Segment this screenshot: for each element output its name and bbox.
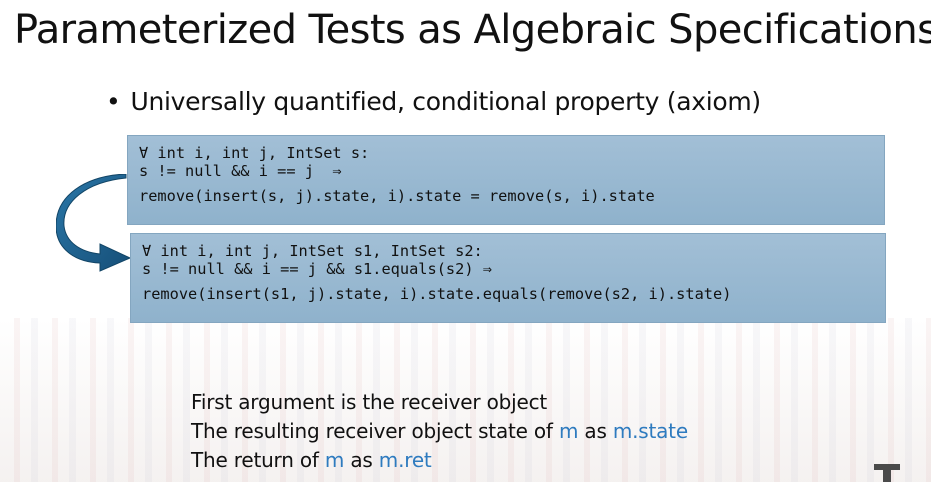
note-line: The resulting receiver object state of m…: [191, 417, 688, 446]
note-text: as: [578, 419, 613, 443]
code-line: s != null && i == j ⇒: [139, 162, 342, 180]
notes-block: First argument is the receiver object Th…: [191, 388, 688, 475]
bullet-point: • Universally quantified, conditional pro…: [106, 82, 761, 122]
note-line: First argument is the receiver object: [191, 388, 688, 417]
slide-title: Parameterized Tests as Algebraic Specifi…: [14, 7, 931, 53]
code-line: ∀ int i, int j, IntSet s:: [139, 144, 370, 162]
note-text: The resulting receiver object state of: [191, 419, 559, 443]
code-box-equality-axiom: ∀ int i, int j, IntSet s1, IntSet s2: s …: [130, 233, 886, 323]
highlight-m-state: m.state: [612, 419, 688, 443]
code-line: s != null && i == j && s1.equals(s2) ⇒: [142, 260, 492, 278]
note-text: First argument is the receiver object: [191, 390, 548, 414]
highlight-m-ret: m.ret: [378, 448, 432, 472]
code-line: ∀ int i, int j, IntSet s1, IntSet s2:: [142, 242, 483, 260]
code-line: remove(insert(s, j).state, i).state = re…: [139, 187, 655, 205]
university-logo-icon: [874, 464, 900, 482]
highlight-m: m: [324, 448, 345, 472]
curved-arrow-icon: [56, 174, 132, 272]
note-text: The return of: [191, 448, 325, 472]
highlight-m: m: [558, 419, 579, 443]
code-box-original-axiom: ∀ int i, int j, IntSet s: s != null && i…: [127, 135, 885, 225]
code-line: remove(insert(s1, j).state, i).state.equ…: [142, 285, 732, 303]
note-text: as: [344, 448, 379, 472]
note-line: The return of m as m.ret: [191, 446, 688, 475]
bullet-dot-icon: •: [106, 87, 121, 116]
bullet-text: Universally quantified, conditional prop…: [130, 87, 761, 116]
